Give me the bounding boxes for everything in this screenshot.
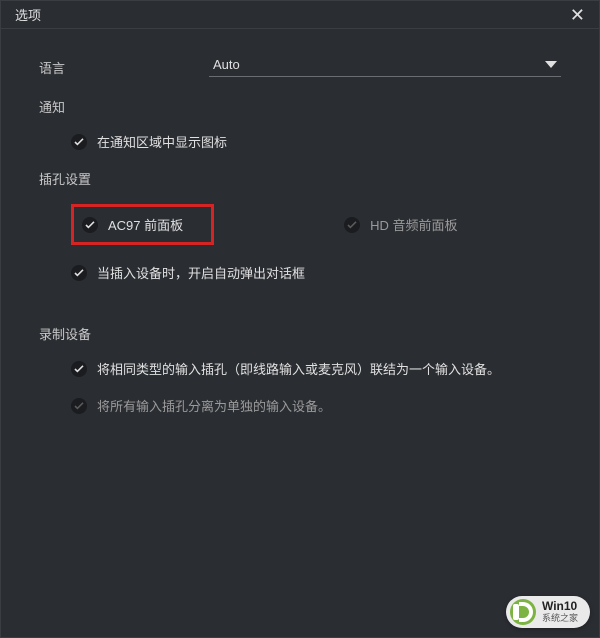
watermark: Win10 系统之家 <box>506 596 590 628</box>
content-area: 语言 Auto 通知 在通知区域中显示图标 插孔设置 AC97 前面板 <box>1 29 599 415</box>
watermark-text: Win10 系统之家 <box>542 600 578 623</box>
option-separate-inputs[interactable]: 将所有输入插孔分离为单独的输入设备。 <box>71 396 561 415</box>
option-label: 将相同类型的输入插孔（即线路输入或麦克风）联结为一个输入设备。 <box>97 359 500 378</box>
highlight-box: AC97 前面板 <box>71 204 214 245</box>
checkmark-icon[interactable] <box>82 217 98 233</box>
option-hd-audio[interactable]: HD 音频前面板 <box>344 215 457 234</box>
watermark-logo-icon <box>510 599 536 625</box>
checkmark-icon <box>344 217 360 233</box>
option-label: 当插入设备时，开启自动弹出对话框 <box>97 263 305 282</box>
titlebar[interactable]: 选项 ✕ <box>1 1 599 29</box>
checkmark-icon <box>71 265 87 281</box>
window-title: 选项 <box>15 5 41 24</box>
language-label: 语言 <box>39 58 209 77</box>
options-window: 选项 ✕ 语言 Auto 通知 在通知区域中显示图标 插孔设置 AC97 前面板 <box>0 0 600 638</box>
option-auto-popup[interactable]: 当插入设备时，开启自动弹出对话框 <box>71 263 561 282</box>
notification-section-label: 通知 <box>39 97 561 116</box>
jack-section-label: 插孔设置 <box>39 169 561 188</box>
language-select[interactable]: Auto <box>209 55 561 77</box>
recording-section-label: 录制设备 <box>39 324 561 343</box>
language-row: 语言 Auto <box>39 53 561 77</box>
option-label: 将所有输入插孔分离为单独的输入设备。 <box>97 396 331 415</box>
option-show-tray-icon[interactable]: 在通知区域中显示图标 <box>71 132 561 151</box>
checkmark-icon <box>71 134 87 150</box>
option-ac97[interactable]: AC97 前面板 <box>108 215 183 234</box>
option-combine-inputs[interactable]: 将相同类型的输入插孔（即线路输入或麦克风）联结为一个输入设备。 <box>71 359 561 378</box>
close-icon[interactable]: ✕ <box>566 4 589 26</box>
watermark-line1: Win10 <box>542 600 578 613</box>
chevron-down-icon <box>545 61 557 68</box>
watermark-line2: 系统之家 <box>542 614 578 624</box>
option-label: 在通知区域中显示图标 <box>97 132 227 151</box>
option-label: HD 音频前面板 <box>370 215 457 234</box>
checkmark-icon <box>71 398 87 414</box>
checkmark-icon <box>71 361 87 377</box>
language-value: Auto <box>213 57 240 72</box>
jack-panel-row: AC97 前面板 HD 音频前面板 <box>71 204 561 245</box>
